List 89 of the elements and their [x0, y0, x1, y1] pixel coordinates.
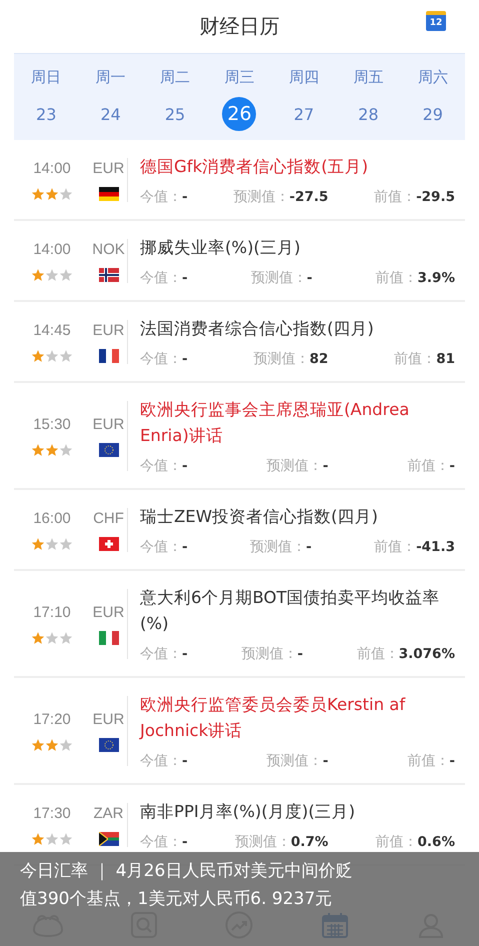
event-time: 14:00	[33, 240, 71, 258]
currency-code: CHF	[93, 510, 124, 526]
event-time: 17:30	[33, 804, 71, 822]
star-icon	[31, 348, 45, 362]
event-value: 前值：3.076%	[356, 645, 455, 663]
event-time: 17:10	[33, 604, 71, 620]
star-icon	[31, 186, 45, 200]
star-icon	[45, 442, 59, 456]
event-value: 前值：-41.3	[374, 538, 455, 556]
star-icon	[59, 348, 73, 362]
event-value: 预测值：-	[266, 457, 328, 475]
weekday-label: 周三	[224, 68, 254, 87]
event-value: 前值：-	[407, 457, 455, 475]
date-button[interactable]: 27	[286, 97, 321, 131]
event-value: 前值：3.9%	[376, 269, 455, 287]
star-icon	[31, 630, 45, 644]
star-icon	[45, 536, 59, 550]
event-value: 今值：-	[140, 752, 188, 770]
event-value: 预测值：-	[266, 752, 328, 770]
event-time: 17:20	[33, 710, 71, 728]
caption-text: 今日汇率 ｜ 4月26日人民币对美元中间价贬值390个基点，1美元对人民币6. 9237元	[20, 860, 354, 911]
date-button[interactable]: 25	[158, 97, 192, 131]
event-title[interactable]: 意大利6个月期BOT国债拍卖平均收益率(%)	[140, 585, 455, 637]
event-title[interactable]: 欧洲央行监事会主席恩瑞亚(Andrea Enria)讲话	[140, 397, 455, 449]
star-icon	[59, 268, 73, 282]
event-value: 今值：-	[140, 538, 188, 556]
event-value: 预测值：-	[250, 538, 312, 556]
event-title[interactable]: 挪威失业率(%)(三月)	[140, 235, 455, 261]
event-title[interactable]: 法国消费者综合信心指数(四月)	[140, 316, 455, 342]
star-icon	[31, 442, 45, 456]
event-value: 今值：-	[140, 269, 188, 287]
star-icon	[59, 536, 73, 550]
currency-code: NOK	[92, 240, 125, 258]
weekday-label: 周六	[418, 68, 448, 87]
event-time: 14:00	[33, 160, 71, 176]
star-icon	[45, 186, 59, 200]
currency-code: EUR	[92, 322, 124, 338]
currency-code: EUR	[92, 604, 124, 620]
event-value: 今值：-	[140, 350, 188, 368]
calendar-icon[interactable]: 12	[426, 11, 446, 31]
star-icon	[59, 738, 73, 752]
event-value: 前值：-	[407, 752, 455, 770]
event-title[interactable]: 欧洲央行监管委员会委员Kerstin af Jochnick讲话	[140, 692, 455, 744]
weekday-label: 周二	[160, 68, 190, 87]
event-value: 今值：-	[140, 457, 188, 475]
event-value: 预测值：-27.5	[233, 188, 328, 206]
weekday-label: 周一	[96, 68, 126, 87]
weekday-label: 周日	[31, 68, 62, 87]
event-time: 16:00	[33, 510, 71, 526]
currency-code: EUR	[92, 160, 124, 176]
star-icon	[59, 186, 73, 200]
event-value: 今值：-	[140, 833, 188, 851]
star-icon	[31, 738, 45, 752]
star-icon	[59, 832, 73, 846]
event-value: 前值：-29.5	[374, 188, 455, 206]
event-title[interactable]: 瑞士ZEW投资者信心指数(四月)	[140, 504, 455, 530]
star-icon	[45, 738, 59, 752]
currency-code: ZAR	[94, 804, 124, 822]
event-title[interactable]: 德国Gfk消费者信心指数(五月)	[140, 154, 455, 180]
date-button[interactable]: 29	[416, 97, 450, 131]
event-time: 15:30	[33, 416, 71, 432]
event-value: 预测值：-	[241, 645, 303, 663]
star-icon	[31, 536, 45, 550]
event-value: 今值：-	[140, 188, 188, 206]
currency-code: EUR	[92, 416, 124, 432]
date-button[interactable]: 28	[351, 97, 386, 131]
date-button[interactable]: 24	[94, 97, 128, 131]
star-icon	[31, 832, 45, 846]
weekday-label: 周五	[353, 68, 384, 87]
weekday-label: 周四	[288, 68, 319, 87]
event-value: 预测值：-	[250, 269, 312, 287]
page-title: 财经日历	[200, 13, 280, 40]
event-value: 今值：-	[140, 645, 188, 663]
star-icon	[31, 268, 45, 282]
event-time: 14:45	[33, 322, 71, 338]
date-button[interactable]: 26	[222, 97, 256, 131]
star-icon	[45, 630, 59, 644]
star-icon	[45, 268, 59, 282]
date-button[interactable]: 23	[29, 97, 64, 131]
event-title[interactable]: 南非PPI月率(%)(月度)(三月)	[140, 799, 455, 825]
star-icon	[59, 442, 73, 456]
event-value: 预测值：82	[254, 350, 328, 368]
event-value: 前值：0.6%	[376, 833, 455, 851]
event-value: 预测值：0.7%	[234, 833, 328, 851]
star-icon	[45, 832, 59, 846]
star-icon	[59, 630, 73, 644]
event-value: 前值：81	[394, 350, 455, 368]
star-icon	[45, 348, 59, 362]
currency-code: EUR	[92, 710, 124, 728]
